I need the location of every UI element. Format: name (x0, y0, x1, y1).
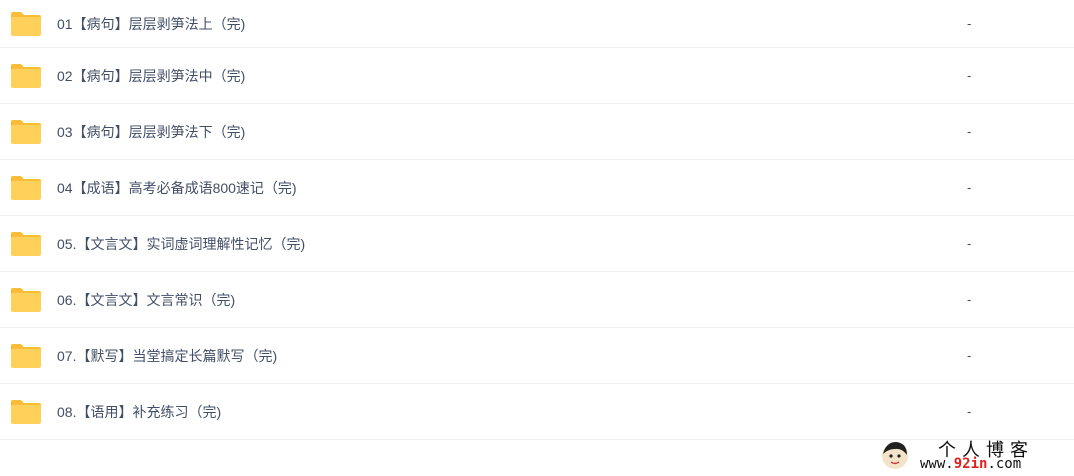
watermark-url-suffix: .com (987, 456, 1022, 472)
folder-icon (11, 399, 41, 424)
file-row[interactable]: 03【病句】层层剥笋法下（完) - (0, 104, 1074, 160)
file-row[interactable]: 05.【文言文】实词虚词理解性记忆（完) - (0, 216, 1074, 272)
file-name[interactable]: 08.【语用】补充练习（完) (57, 402, 221, 422)
file-name[interactable]: 05.【文言文】实词虚词理解性记忆（完) (57, 234, 305, 254)
folder-icon (11, 63, 41, 88)
folder-icon (11, 343, 41, 368)
folder-icon (11, 11, 41, 36)
file-row[interactable]: 01【病句】层层剥笋法上（完) - (0, 0, 1074, 48)
file-size: - (967, 292, 972, 307)
file-size: - (967, 180, 972, 195)
file-row[interactable]: 06.【文言文】文言常识（完) - (0, 272, 1074, 328)
watermark-url-highlight: 92in (953, 456, 988, 472)
file-size: - (967, 124, 972, 139)
folder-icon (11, 119, 41, 144)
file-name[interactable]: 06.【文言文】文言常识（完) (57, 290, 235, 310)
file-name[interactable]: 03【病句】层层剥笋法下（完) (57, 122, 245, 142)
file-list: 01【病句】层层剥笋法上（完) - 02【病句】层层剥笋法中（完) - 03【病… (0, 0, 1074, 440)
file-size: - (967, 348, 972, 363)
watermark-url: www.92in.com (920, 456, 1021, 472)
file-row[interactable]: 07.【默写】当堂搞定长篇默写（完) - (0, 328, 1074, 384)
file-name[interactable]: 01【病句】层层剥笋法上（完) (57, 14, 245, 34)
watermark-url-prefix: www. (920, 456, 954, 472)
file-row[interactable]: 02【病句】层层剥笋法中（完) - (0, 48, 1074, 104)
folder-icon (11, 175, 41, 200)
file-size: - (967, 236, 972, 251)
file-name[interactable]: 07.【默写】当堂搞定长篇默写（完) (57, 346, 277, 366)
file-name[interactable]: 02【病句】层层剥笋法中（完) (57, 66, 245, 86)
file-row[interactable]: 04【成语】高考必备成语800速记（完) - (0, 160, 1074, 216)
file-size: - (967, 404, 972, 419)
file-size: - (967, 16, 972, 31)
folder-icon (11, 231, 41, 256)
file-name[interactable]: 04【成语】高考必备成语800速记（完) (57, 178, 297, 198)
file-row[interactable]: 08.【语用】补充练习（完) - (0, 384, 1074, 440)
blog-watermark: 个人博客 www.92in.com (880, 438, 1060, 474)
file-size: - (967, 68, 972, 83)
folder-icon (11, 287, 41, 312)
avatar-icon (882, 442, 908, 469)
